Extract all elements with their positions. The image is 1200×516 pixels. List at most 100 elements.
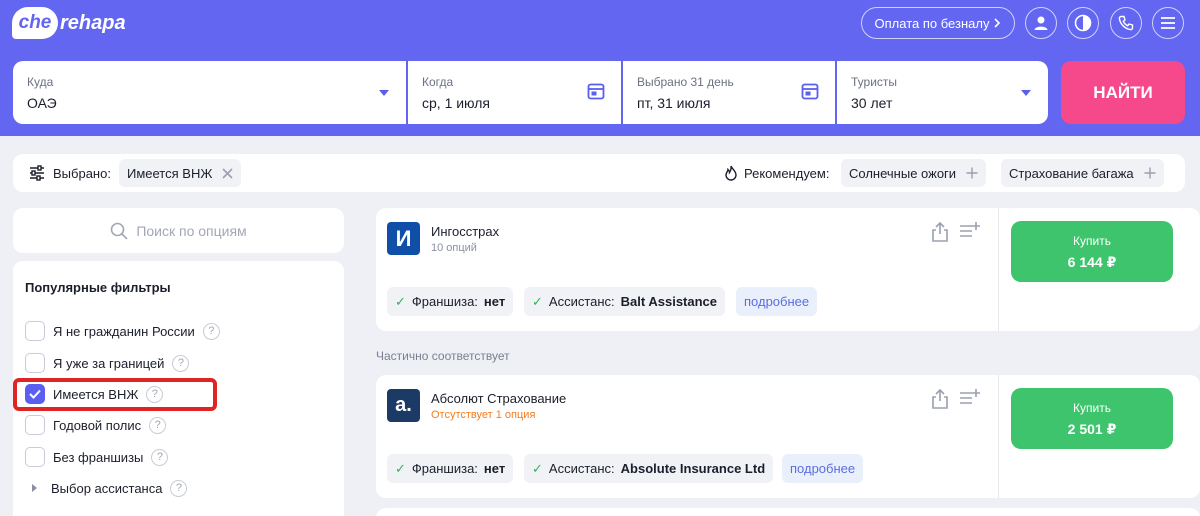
flame-icon [725,165,737,181]
card-divider [998,375,999,498]
add-to-compare-icon[interactable] [959,221,981,241]
recommend-chip-baggage[interactable]: Страхование багажа [1001,159,1164,187]
insurer-name[interactable]: Абсолют Страхование [431,391,566,406]
details-link[interactable]: подробнее [736,287,818,316]
search-icon [111,222,128,240]
franchise-label: Франшиза: [411,461,478,476]
selected-label: Выбрано: [53,166,111,181]
selected-chip-residence-permit[interactable]: Имеется ВНЖ [119,159,242,187]
phone-button[interactable] [1110,7,1142,39]
cashless-payment-button[interactable]: Оплата по безналу [861,7,1015,39]
franchise-tag: ✓ Франшиза: нет [387,287,514,316]
start-date-field[interactable]: Когда ср, 1 июля [406,61,621,124]
checkbox[interactable] [25,353,45,373]
franchise-tag: ✓ Франшиза: нет [387,454,514,483]
help-icon[interactable]: ? [151,448,169,466]
calendar-icon [587,83,605,100]
checkbox[interactable] [25,321,45,341]
expander-label: Выбор ассистанса [51,480,163,496]
caret-right-icon [32,484,37,492]
tourists-label: Туристы [851,75,898,89]
help-icon[interactable]: ? [202,322,220,340]
buy-button[interactable]: Купить 2 501 ₽ [1011,388,1173,449]
filter-no-franchise[interactable]: Без франшизы ? [25,446,169,468]
destination-label: Куда [27,75,54,89]
checkbox[interactable] [25,447,45,467]
menu-button[interactable] [1152,7,1184,39]
filter-label: Я не гражданин России [53,323,195,339]
calendar-icon [801,83,819,100]
assistance-tag: ✓ Ассистанс: Absolute Insurance Ltd [524,454,774,483]
help-icon[interactable]: ? [172,354,190,372]
popular-filters-title: Популярные фильтры [25,280,171,295]
recommend-chip-sunburn[interactable]: Солнечные ожоги [841,159,987,187]
check-icon: ✓ [532,460,543,476]
franchise-label: Франшиза: [411,294,478,309]
offer-card: a. Абсолют Страхование Отсутствует 1 опц… [376,375,1200,498]
find-button[interactable]: НАЙТИ [1061,61,1185,124]
missing-options-note: Отсутствует 1 опция [431,409,536,421]
offer-card: И Ингосстрах 10 опций ✓ Франшиза: нет ✓ … [376,208,1200,331]
filter-bar: Выбрано: Имеется ВНЖ Рекомендуем: Солнеч… [13,154,1185,192]
dropdown-arrow-icon [379,90,389,96]
price: 6 144 ₽ [1067,254,1117,270]
buy-label: Купить [1073,401,1111,415]
sliders-icon [30,165,44,181]
insurer-logo: И [387,222,420,255]
help-icon[interactable]: ? [149,416,167,434]
start-date-label: Когда [422,75,454,89]
assistance-label: Ассистанс: [548,294,615,309]
filter-annual-policy[interactable]: Годовой полис ? [25,414,167,436]
recommend-chip-label: Солнечные ожоги [849,165,957,181]
dropdown-arrow-icon [1021,90,1031,96]
details-link[interactable]: подробнее [782,454,864,483]
filter-already-abroad[interactable]: Я уже за границей ? [25,352,190,374]
selected-chip-label: Имеется ВНЖ [127,165,213,181]
theme-toggle-button[interactable] [1067,7,1099,39]
filter-not-russian-citizen[interactable]: Я не гражданин России ? [25,320,220,342]
options-search-input[interactable]: Поиск по опциям [13,208,344,253]
filter-label: Без франшизы [53,449,144,465]
checkbox[interactable] [25,415,45,435]
cashless-payment-label: Оплата по безналу [874,15,990,31]
filter-label: Я уже за границей [53,355,165,371]
share-icon[interactable] [930,388,950,410]
franchise-value: нет [483,461,506,476]
user-icon [1034,16,1048,30]
plus-icon [966,167,978,179]
logo-text: rehapa [60,11,126,34]
help-icon[interactable]: ? [170,479,188,497]
contrast-icon [1074,14,1092,32]
profile-button[interactable] [1025,7,1057,39]
start-date-value: ср, 1 июля [422,95,491,111]
menu-icon [1161,17,1175,29]
options-count: 10 опций [431,242,477,254]
check-icon: ✓ [395,460,406,476]
insurer-logo: a. [387,389,420,422]
end-date-field[interactable]: Выбрано 31 день пт, 31 июля [621,61,835,124]
assistance-expander[interactable]: Выбор ассистанса ? [25,477,188,499]
logo[interactable]: che rehapa [12,6,126,40]
buy-label: Купить [1073,234,1111,248]
plus-icon [1144,167,1156,179]
end-date-value: пт, 31 июля [637,95,711,111]
check-icon: ✓ [395,293,406,309]
insurer-name[interactable]: Ингосстрах [431,224,499,239]
tourists-field[interactable]: Туристы 30 лет [835,61,1048,124]
assistance-label: Ассистанс: [548,461,615,476]
add-to-compare-icon[interactable] [959,388,981,408]
recommend-label: Рекомендуем: [744,166,830,181]
end-date-label: Выбрано 31 день [637,75,734,89]
search-form: Куда ОАЭ Когда ср, 1 июля Выбрано 31 ден… [13,61,1048,124]
selection-highlight [13,378,217,411]
phone-icon [1118,15,1134,31]
options-search-placeholder: Поиск по опциям [136,222,247,239]
chevron-right-icon [994,18,1001,28]
buy-button[interactable]: Купить 6 144 ₽ [1011,221,1173,282]
tourists-value: 30 лет [851,95,893,111]
share-icon[interactable] [930,221,950,243]
destination-field[interactable]: Куда ОАЭ [13,61,406,124]
assistance-value: Absolute Insurance Ltd [620,461,766,476]
close-icon[interactable] [222,167,233,179]
assistance-value: Balt Assistance [620,294,718,309]
